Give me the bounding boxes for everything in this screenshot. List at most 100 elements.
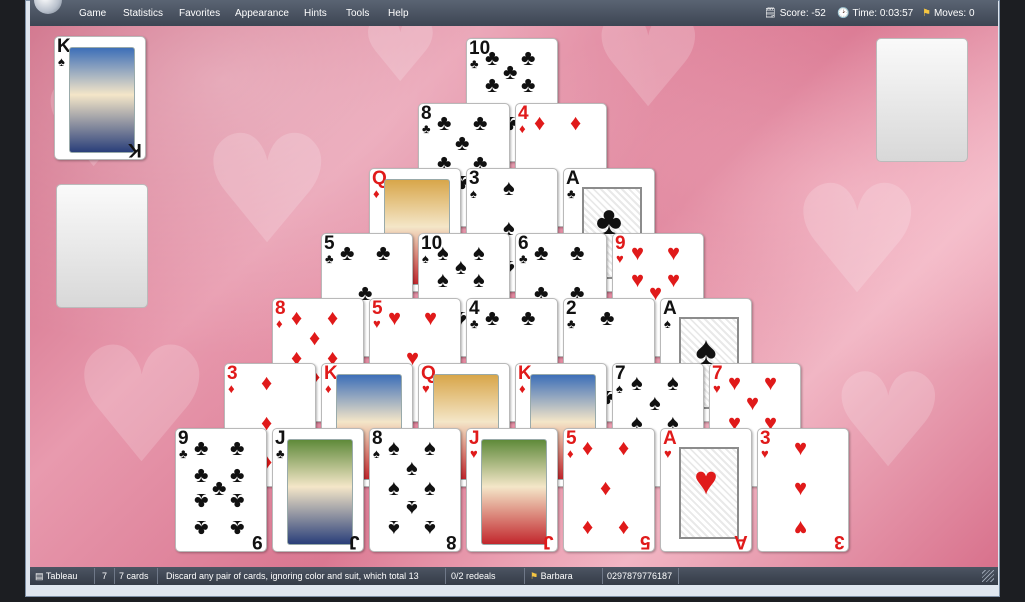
face-card-art bbox=[287, 439, 353, 545]
pip-suit-icon: ♥ bbox=[631, 240, 645, 265]
card-suit-icon: ♠ bbox=[422, 251, 429, 266]
menu-bar: Game Statistics Favorites Appearance Hin… bbox=[30, 0, 998, 26]
card-rank-bottom: 5 bbox=[640, 531, 651, 552]
pyramid-card[interactable]: 3 ♥ ♥ ♥ ♥ 3 bbox=[757, 428, 849, 552]
pip-suit-icon: ♠ bbox=[649, 390, 661, 415]
pip-suit-icon: ♣ bbox=[600, 305, 615, 330]
menu-statistics[interactable]: Statistics bbox=[123, 8, 163, 19]
pip-suit-icon: ♥ bbox=[794, 435, 808, 460]
card-suit-icon: ♥ bbox=[422, 381, 430, 396]
status-divider bbox=[94, 568, 95, 584]
menu-tools[interactable]: Tools bbox=[346, 8, 369, 19]
resize-grip[interactable] bbox=[982, 570, 994, 582]
status-divider bbox=[678, 568, 679, 584]
card-suit-icon: ♣ bbox=[276, 446, 285, 461]
moves-text: Moves: 0 bbox=[933, 8, 975, 19]
pip-suit-icon: ♣ bbox=[521, 72, 536, 97]
status-game: ▤ Tableau bbox=[35, 571, 77, 582]
pip-suit-icon: ♦ bbox=[291, 305, 303, 330]
pip-suit-icon: ♦ bbox=[618, 516, 630, 541]
card-table: ♥ ♥ ♥ ♥ ♥ ♥ ♥ K♠K10♣♣♣♣♣♣♣♣♣♣♣108♣♣♣♣♣♣♣… bbox=[30, 26, 998, 567]
card-suit-icon: ♦ bbox=[519, 381, 526, 396]
time-display: 🕑 Time: 0:03:57 bbox=[837, 8, 913, 19]
pyramid-card[interactable]: J ♥ J bbox=[466, 428, 558, 552]
pyramid-card[interactable]: 9 ♣ ♣ ♣ ♣ ♣ ♣ ♣ ♣ ♣ ♣ 9 bbox=[175, 428, 267, 552]
status-divider bbox=[114, 568, 115, 584]
menu-appearance[interactable]: Appearance bbox=[235, 8, 289, 19]
card-rank-bottom: 9 bbox=[252, 531, 263, 552]
status-cards: 7 cards bbox=[119, 571, 149, 581]
background-heart: ♥ bbox=[790, 154, 925, 328]
status-hint: Discard any pair of cards, ignoring colo… bbox=[166, 571, 419, 581]
card-suit-icon: ♦ bbox=[519, 121, 526, 136]
menu-hints[interactable]: Hints bbox=[304, 8, 327, 19]
status-game-number: 0297879776187 bbox=[607, 571, 673, 581]
card-suit-icon: ♣ bbox=[519, 251, 528, 266]
menu-game[interactable]: Game bbox=[79, 8, 106, 19]
background-heart: ♥ bbox=[590, 26, 707, 137]
stock-card[interactable]: K ♠ K bbox=[54, 36, 146, 160]
status-redeals: 0/2 redeals bbox=[451, 571, 496, 581]
pyramid-card[interactable]: 5 ♦ ♦ ♦ ♦ ♦ ♦ 5 bbox=[563, 428, 655, 552]
pip-suit-icon: ♣ bbox=[485, 305, 500, 330]
pip-suit-icon: ♣ bbox=[503, 59, 518, 84]
card-suit-icon: ♥ bbox=[616, 251, 624, 266]
menu-help[interactable]: Help bbox=[388, 8, 409, 19]
pip-suit-icon: ♣ bbox=[340, 240, 355, 265]
app-orb-icon[interactable] bbox=[34, 0, 62, 14]
pip-suit-icon: ♣ bbox=[230, 462, 245, 487]
status-player-name: Barbara bbox=[540, 571, 573, 581]
pip-suit-icon: ♦ bbox=[600, 475, 612, 500]
pip-suit-icon: ♠ bbox=[473, 240, 485, 265]
card-rank-bottom: K bbox=[128, 139, 142, 160]
pip-suit-icon: ♠ bbox=[667, 370, 679, 395]
pip-suit-icon: ♥ bbox=[764, 370, 778, 395]
card-suit-icon: ♣ bbox=[567, 186, 576, 201]
card-suit-icon: ♠ bbox=[616, 381, 623, 396]
card-pips: ♠ ♠ ♠ ♠ ♠ ♠ ♠ ♠ bbox=[384, 437, 450, 545]
pip-suit-icon: ♠ bbox=[631, 370, 643, 395]
pip-suit-icon: ♣ bbox=[521, 45, 536, 70]
pip-suit-icon: ♠ bbox=[388, 475, 400, 500]
status-player: ⚑ Barbara bbox=[530, 571, 573, 582]
pip-suit-icon: ♦ bbox=[570, 110, 582, 135]
pyramid-card[interactable]: A ♥ ♥ A bbox=[660, 428, 752, 552]
card-pips: ♥ ♥ ♥ bbox=[772, 437, 838, 545]
waste-pile[interactable] bbox=[56, 184, 148, 308]
card-suit-icon: ♣ bbox=[567, 316, 576, 331]
card-suit-icon: ♥ bbox=[713, 381, 721, 396]
pip-suit-icon: ♥ bbox=[667, 267, 681, 292]
pip-suit-icon: ♠ bbox=[388, 435, 400, 460]
card-suit-icon: ♦ bbox=[325, 381, 332, 396]
tableau-icon: ▤ bbox=[35, 571, 44, 581]
pip-suit-icon: ♣ bbox=[376, 240, 391, 265]
pip-suit-icon: ♣ bbox=[437, 110, 452, 135]
pip-suit-icon: ♠ bbox=[455, 254, 467, 279]
card-suit-icon: ♥ bbox=[373, 316, 381, 331]
card-suit-icon: ♦ bbox=[228, 381, 235, 396]
pyramid-card[interactable]: 8 ♠ ♠ ♠ ♠ ♠ ♠ ♠ ♠ ♠ 8 bbox=[369, 428, 461, 552]
score-icon: 🗒 bbox=[764, 8, 777, 19]
card-rank-bottom: 3 bbox=[834, 531, 845, 552]
card-rank-bottom: 8 bbox=[446, 531, 457, 552]
pip-suit-icon: ♠ bbox=[406, 496, 418, 521]
moves-icon: ⚑ bbox=[922, 8, 931, 19]
pip-suit-icon: ♣ bbox=[521, 305, 536, 330]
pip-suit-icon: ♣ bbox=[194, 516, 209, 541]
face-card-art bbox=[481, 439, 547, 545]
background-heart: ♥ bbox=[360, 26, 441, 103]
status-bar: ▤ Tableau 7 7 cards Discard any pair of … bbox=[30, 567, 998, 585]
card-suit-icon: ♠ bbox=[470, 186, 477, 201]
pip-suit-icon: ♥ bbox=[667, 240, 681, 265]
foundation-pile[interactable] bbox=[876, 38, 968, 162]
menu-favorites[interactable]: Favorites bbox=[179, 8, 220, 19]
card-suit-icon: ♠ bbox=[664, 316, 671, 331]
card-suit-icon: ♥ bbox=[470, 446, 478, 461]
card-suit-icon: ♦ bbox=[567, 446, 574, 461]
status-count: 7 bbox=[102, 571, 108, 581]
pip-suit-icon: ♣ bbox=[485, 72, 500, 97]
card-pips: ♦ ♦ ♦ ♦ ♦ bbox=[578, 437, 644, 545]
pyramid-card[interactable]: J ♣ J bbox=[272, 428, 364, 552]
pip-suit-icon: ♥ bbox=[728, 370, 742, 395]
pip-suit-icon: ♦ bbox=[327, 305, 339, 330]
